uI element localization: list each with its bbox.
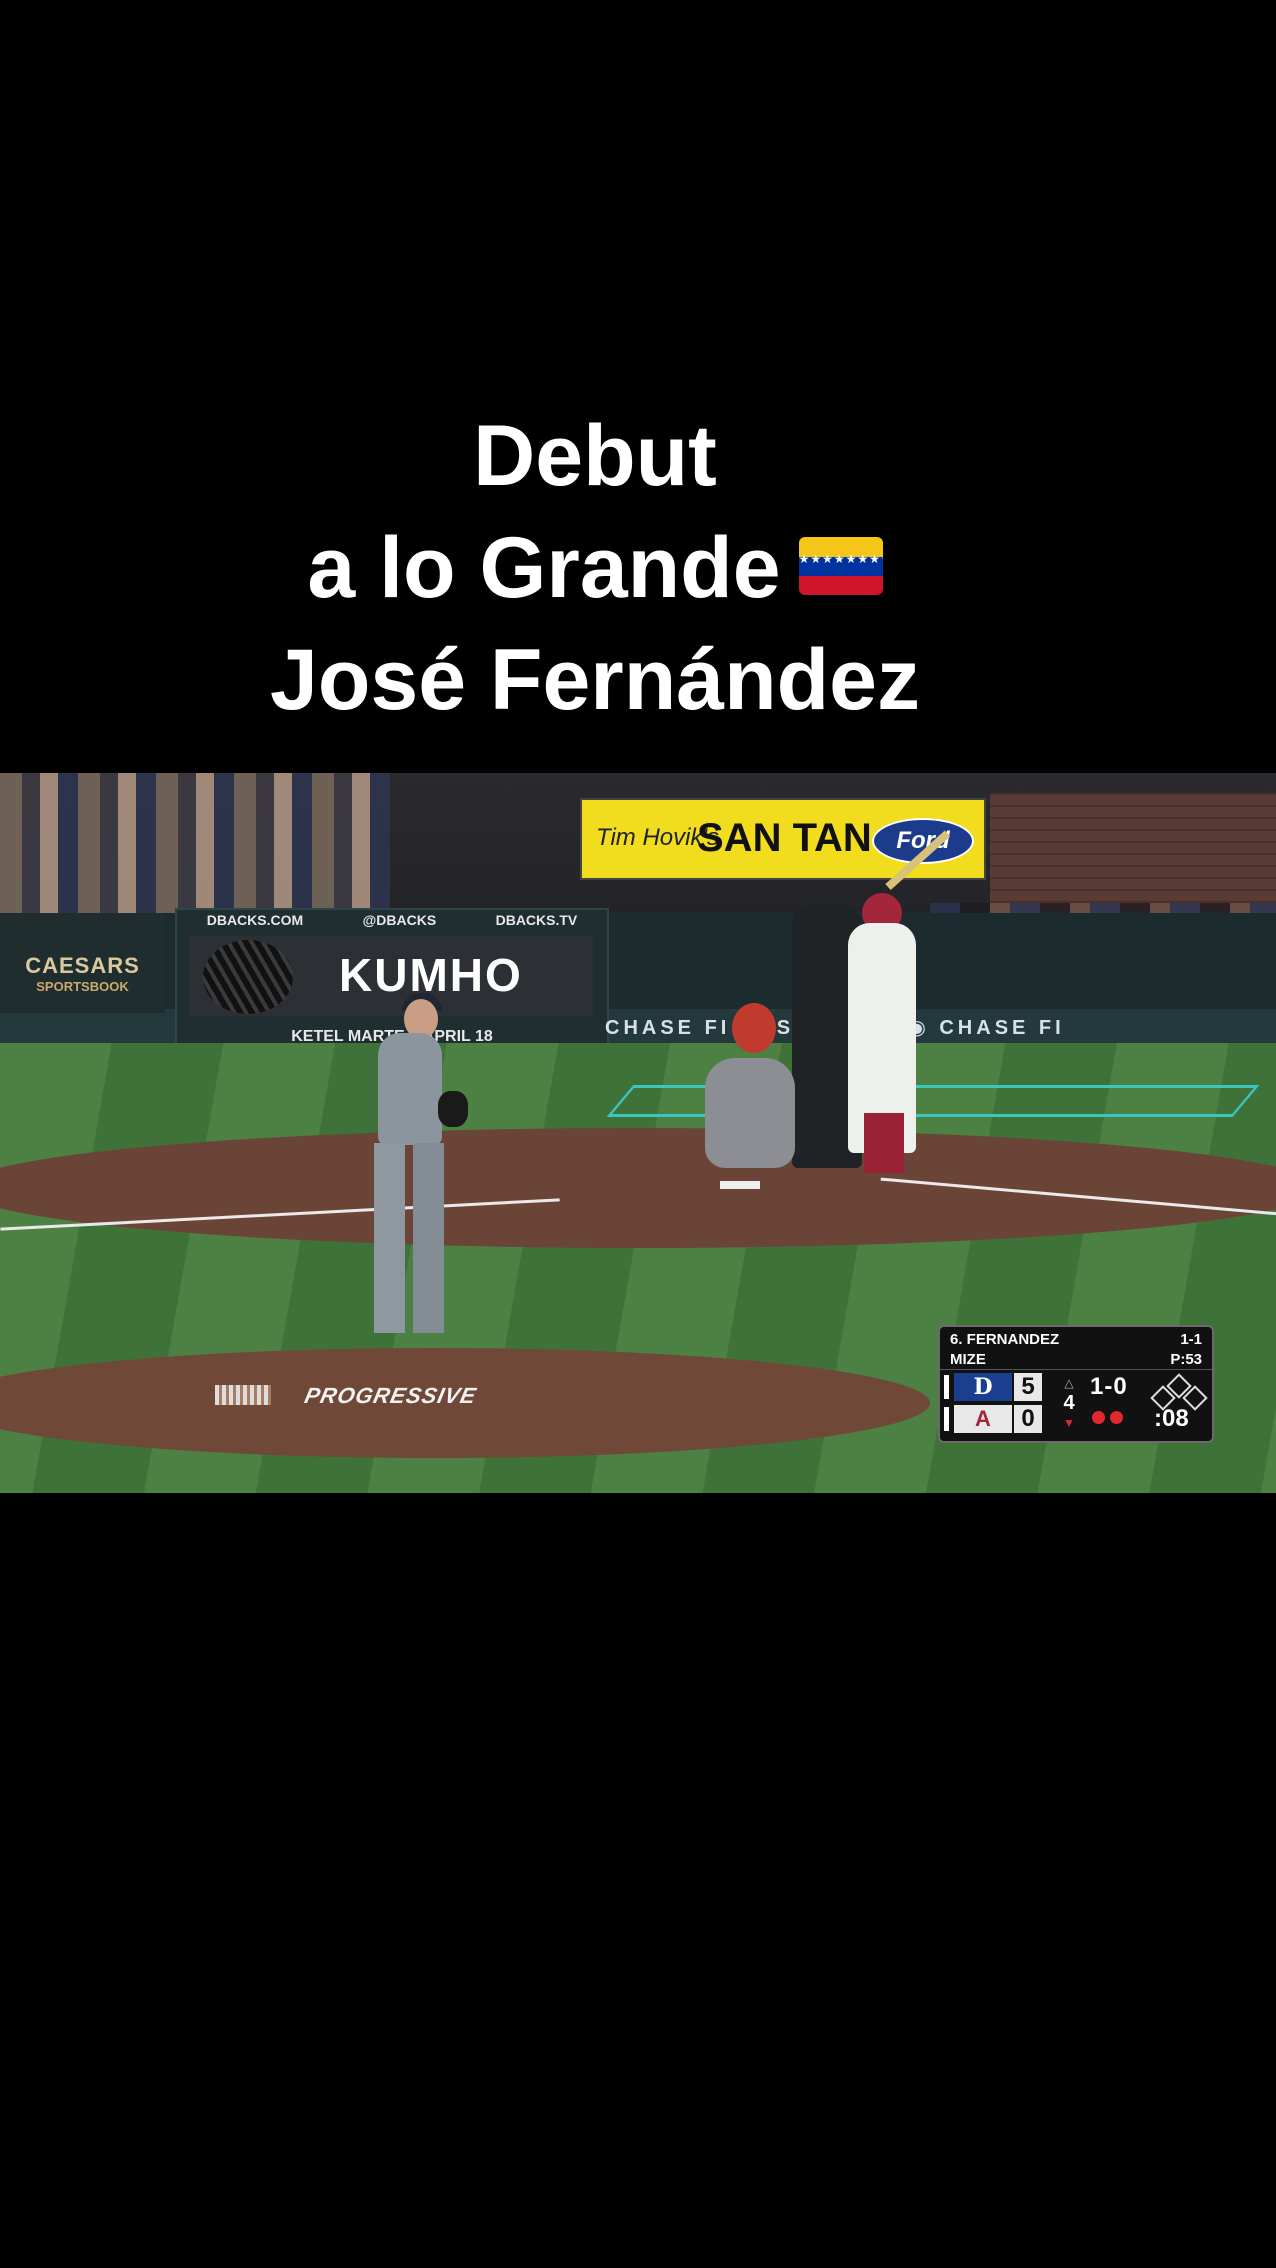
batter-line: 1-1 <box>1180 1331 1202 1348</box>
out-dot-icon <box>1092 1411 1105 1424</box>
pitcher-legs <box>374 1143 444 1333</box>
scorebug-divider <box>940 1369 1212 1370</box>
scorebug-batter-row: 6. FERNANDEZ 1-1 <box>950 1331 1202 1348</box>
away-stripe <box>944 1375 949 1399</box>
away-score: 5 <box>1014 1373 1042 1401</box>
caesars-text: CAESARS <box>25 953 140 978</box>
pitcher-name: MIZE <box>950 1351 986 1368</box>
santan-text: SAN TAN <box>697 816 872 860</box>
home-stripe <box>944 1407 949 1431</box>
dbacks-handle: @DBACKS <box>362 912 437 928</box>
kumho-sign: DBACKS.COM @DBACKS DBACKS.TV KUMHO KETEL… <box>175 908 609 1052</box>
progressive-logo: PROGRESSIVE <box>302 1383 479 1408</box>
batter-name: 6. FERNANDEZ <box>950 1331 1060 1348</box>
batter-socks <box>864 1113 904 1173</box>
caesars-sign: CAESARS SPORTSBOOK <box>0 913 165 1013</box>
caesars-sub: SPORTSBOOK <box>36 979 129 994</box>
dbacks-tv: DBACKS.TV <box>495 912 578 928</box>
home-plate <box>720 1181 760 1189</box>
outs-indicator <box>1092 1411 1128 1429</box>
video-frame[interactable]: Tim Hovik's SAN TAN Ford CAESARS SPORTSB… <box>0 773 1276 1493</box>
santan-ford-sign: Tim Hovik's SAN TAN Ford <box>580 798 986 880</box>
rosin-bag <box>215 1385 271 1405</box>
inning-top-arrow-icon: △ <box>1064 1376 1074 1390</box>
venezuela-flag-icon: ★★★★★★★★ <box>798 537 883 596</box>
home-plate-dirt <box>0 1128 1276 1248</box>
caption-line-2: a lo Grande ★★★★★★★★ <box>0 512 1190 624</box>
home-team: A 0 <box>944 1405 1042 1433</box>
away-team: D 5 <box>944 1373 1042 1401</box>
pitch-count: P:53 <box>1170 1351 1202 1368</box>
video-caption: Debut a lo Grande ★★★★★★★★ José Fernández <box>0 400 1190 736</box>
caption-line-1: Debut <box>473 408 717 504</box>
ball-strike-count: 1-0 <box>1090 1373 1128 1400</box>
crowd-left <box>0 773 390 913</box>
tire-icon <box>203 940 293 1014</box>
bases-icon <box>1150 1373 1208 1411</box>
pitcher <box>378 1033 442 1145</box>
out-dot-icon <box>1110 1411 1123 1424</box>
dbacks-logo-icon: A <box>954 1405 1012 1433</box>
caption-line-2-text: a lo Grande <box>307 520 781 616</box>
chase-field-sign: CHASE FI HASE FIELD ◉ CHASE FI <box>605 1017 1065 1039</box>
inning-number: 4 <box>1063 1392 1075 1414</box>
dbacks-com: DBACKS.COM <box>206 912 304 928</box>
inning-bottom-arrow-icon: ▼ <box>1063 1416 1075 1430</box>
home-score: 0 <box>1014 1405 1042 1433</box>
tigers-logo-icon: D <box>954 1373 1012 1401</box>
catcher <box>705 1058 795 1168</box>
dbacks-links: DBACKS.COM @DBACKS DBACKS.TV <box>177 912 607 928</box>
pitch-clock: :08 <box>1154 1405 1189 1432</box>
kumho-panel: KUMHO <box>189 936 593 1016</box>
catcher-helmet <box>732 1003 776 1053</box>
scorebug: 6. FERNANDEZ 1-1 MIZE P:53 D 5 A 0 △ 4 ▼… <box>938 1325 1214 1443</box>
caption-line-3: José Fernández <box>270 632 920 728</box>
scorebug-pitcher-row: MIZE P:53 <box>950 1351 1202 1368</box>
glove-icon <box>438 1091 468 1127</box>
inning-indicator: △ 4 ▼ <box>1056 1373 1082 1433</box>
